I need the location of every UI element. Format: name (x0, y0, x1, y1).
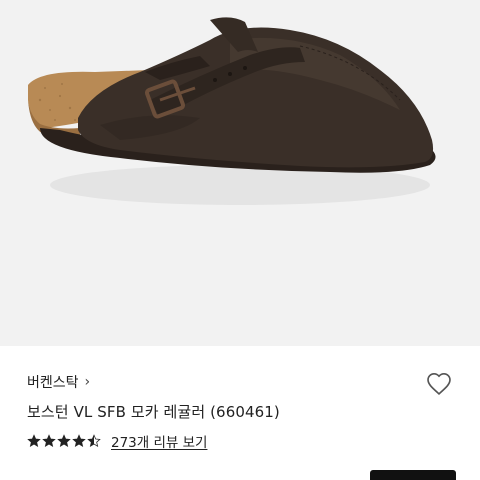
purchase-button[interactable] (370, 470, 456, 480)
product-info-panel: 버켄스탁 › 보스턴 VL SFB 모카 레귤러 (660461) 273개 리… (0, 346, 480, 480)
heart-outline-icon[interactable] (425, 370, 453, 398)
rating-row: 273개 리뷰 보기 (27, 431, 207, 451)
star-icon (72, 434, 86, 448)
brand-name: 버켄스탁 (27, 375, 79, 391)
product-title: 보스턴 VL SFB 모카 레귤러 (660461) (27, 403, 280, 421)
star-rating (27, 434, 101, 448)
star-icon (42, 434, 56, 448)
brand-link[interactable]: 버켄스탁 › (27, 372, 90, 392)
product-image-area (0, 0, 480, 346)
chevron-right-icon: › (84, 374, 91, 390)
star-icon (27, 434, 41, 448)
star-icon (57, 434, 71, 448)
product-image (28, 17, 436, 205)
star-icon (87, 434, 101, 448)
review-count-link[interactable]: 273개 리뷰 보기 (111, 431, 207, 451)
